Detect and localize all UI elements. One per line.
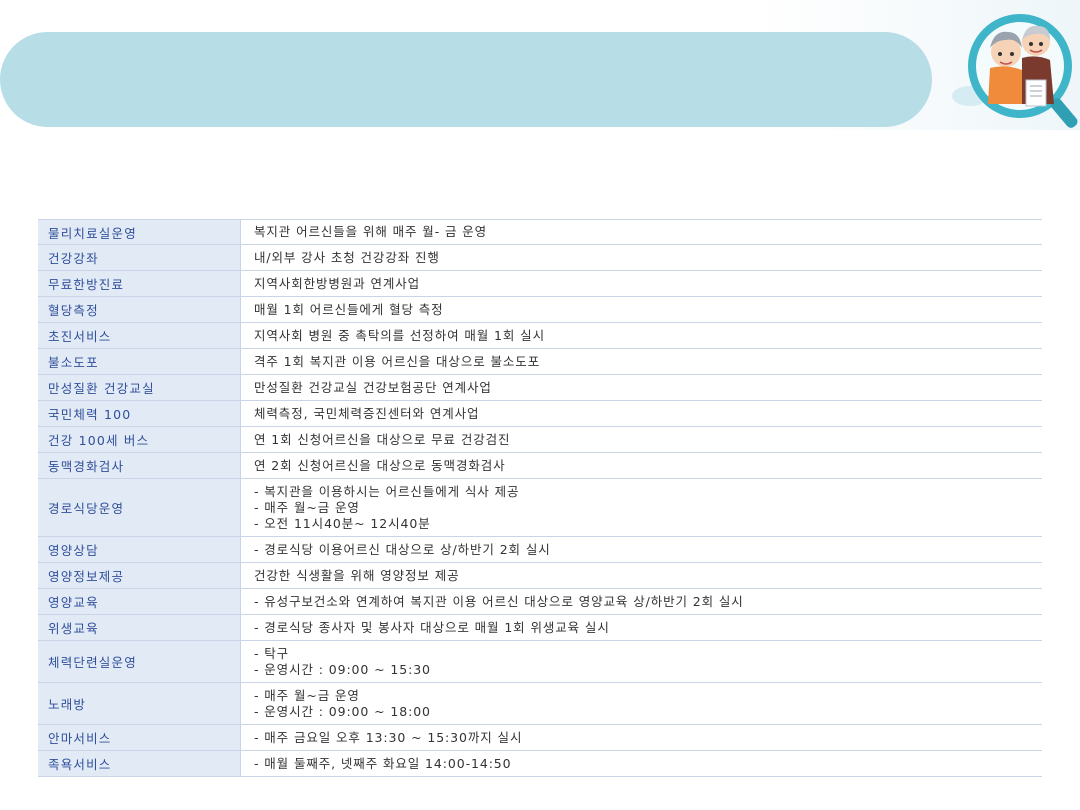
service-description: - 매주 금요일 오후 13:30 ~ 15:30까지 실시 <box>241 725 1042 750</box>
description-line: - 경로식당 이용어르신 대상으로 상/하반기 2회 실시 <box>254 541 551 557</box>
description-line: - 운영시간 : 09:00 ~ 18:00 <box>254 703 431 719</box>
service-name: 불소도포 <box>38 349 241 374</box>
service-description: - 유성구보건소와 연계하여 복지관 이용 어르신 대상으로 영양교육 상/하반… <box>241 589 1042 614</box>
description-line: 복지관 어르신들을 위해 매주 월- 금 운영 <box>254 224 488 239</box>
service-description: - 탁구 - 운영시간 : 09:00 ~ 15:30 <box>241 641 1042 682</box>
service-description: 연 2회 신청어르신을 대상으로 동맥경화검사 <box>241 453 1042 478</box>
service-name: 건강강좌 <box>38 245 241 270</box>
description-line: - 매주 금요일 오후 13:30 ~ 15:30까지 실시 <box>254 729 523 745</box>
service-name: 영양정보제공 <box>38 563 241 588</box>
description-line: - 오전 11시40분~ 12시40분 <box>254 515 431 531</box>
table-row: 건강 100세 버스 연 1회 신청어르신을 대상으로 무료 건강검진 <box>38 427 1042 453</box>
table-row: 물리치료실운영 복지관 어르신들을 위해 매주 월- 금 운영 <box>38 219 1042 245</box>
table-row: 체력단련실운영 - 탁구 - 운영시간 : 09:00 ~ 15:30 <box>38 641 1042 683</box>
service-name: 위생교육 <box>38 615 241 640</box>
table-row: 영양교육 - 유성구보건소와 연계하여 복지관 이용 어르신 대상으로 영양교육 … <box>38 589 1042 615</box>
table-row: 족욕서비스 - 매월 둘째주, 넷째주 화요일 14:00-14:50 <box>38 751 1042 777</box>
description-line: 지역사회한방병원과 연계사업 <box>254 275 421 291</box>
service-name: 혈당측정 <box>38 297 241 322</box>
table-row: 영양정보제공 건강한 식생활을 위해 영양정보 제공 <box>38 563 1042 589</box>
service-name: 건강 100세 버스 <box>38 427 241 452</box>
table-row: 불소도포 격주 1회 복지관 이용 어르신을 대상으로 불소도포 <box>38 349 1042 375</box>
service-name: 무료한방진료 <box>38 271 241 296</box>
service-name: 국민체력 100 <box>38 401 241 426</box>
service-description: - 복지관을 이용하시는 어르신들에게 식사 제공 - 매주 월~금 운영 - 오전… <box>241 479 1042 536</box>
description-line: 내/외부 강사 초청 건강강좌 진행 <box>254 249 440 265</box>
description-line: - 탁구 <box>254 645 290 661</box>
description-line: 연 1회 신청어르신을 대상으로 무료 건강검진 <box>254 431 511 447</box>
service-description: 매월 1회 어르신들에게 혈당 측정 <box>241 297 1042 322</box>
description-line: - 매주 월~금 운영 <box>254 687 360 703</box>
description-line: - 매월 둘째주, 넷째주 화요일 14:00-14:50 <box>254 755 512 771</box>
service-name: 영양교육 <box>38 589 241 614</box>
title-banner <box>0 32 932 127</box>
service-name: 체력단련실운영 <box>38 641 241 682</box>
service-description: 격주 1회 복지관 이용 어르신을 대상으로 불소도포 <box>241 349 1042 374</box>
service-name: 족욕서비스 <box>38 751 241 776</box>
table-row: 만성질환 건강교실 만성질환 건강교실 건강보험공단 연계사업 <box>38 375 1042 401</box>
description-line: 체력측정, 국민체력증진센터와 연계사업 <box>254 405 480 421</box>
service-description: 내/외부 강사 초청 건강강좌 진행 <box>241 245 1042 270</box>
service-description: 지역사회한방병원과 연계사업 <box>241 271 1042 296</box>
service-name: 노래방 <box>38 683 241 724</box>
service-description: 만성질환 건강교실 건강보험공단 연계사업 <box>241 375 1042 400</box>
table-row: 초진서비스 지역사회 병원 중 촉탁의를 선정하여 매월 1회 실시 <box>38 323 1042 349</box>
service-name: 동맥경화검사 <box>38 453 241 478</box>
service-name: 만성질환 건강교실 <box>38 375 241 400</box>
service-description: - 매월 둘째주, 넷째주 화요일 14:00-14:50 <box>241 751 1042 776</box>
service-name: 안마서비스 <box>38 725 241 750</box>
service-name: 영양상담 <box>38 537 241 562</box>
description-line: 매월 1회 어르신들에게 혈당 측정 <box>254 301 444 317</box>
description-line: - 경로식당 종사자 및 봉사자 대상으로 매월 1회 위생교육 실시 <box>254 619 610 635</box>
table-row: 위생교육 - 경로식당 종사자 및 봉사자 대상으로 매월 1회 위생교육 실시 <box>38 615 1042 641</box>
description-line: - 매주 월~금 운영 <box>254 499 360 515</box>
service-description: - 경로식당 이용어르신 대상으로 상/하반기 2회 실시 <box>241 537 1042 562</box>
table-row: 건강강좌 내/외부 강사 초청 건강강좌 진행 <box>38 245 1042 271</box>
description-line: 연 2회 신청어르신을 대상으로 동맥경화검사 <box>254 457 506 473</box>
description-line: 만성질환 건강교실 건강보험공단 연계사업 <box>254 379 492 395</box>
service-description: - 경로식당 종사자 및 봉사자 대상으로 매월 1회 위생교육 실시 <box>241 615 1042 640</box>
service-description: - 매주 월~금 운영 - 운영시간 : 09:00 ~ 18:00 <box>241 683 1042 724</box>
service-name: 경로식당운영 <box>38 479 241 536</box>
description-line: 지역사회 병원 중 촉탁의를 선정하여 매월 1회 실시 <box>254 327 545 343</box>
description-line: 건강한 식생활을 위해 영양정보 제공 <box>254 567 460 583</box>
table-row: 경로식당운영 - 복지관을 이용하시는 어르신들에게 식사 제공 - 매주 월~금 … <box>38 479 1042 537</box>
table-row: 동맥경화검사 연 2회 신청어르신을 대상으로 동맥경화검사 <box>38 453 1042 479</box>
table-row: 무료한방진료 지역사회한방병원과 연계사업 <box>38 271 1042 297</box>
table-row: 영양상담 - 경로식당 이용어르신 대상으로 상/하반기 2회 실시 <box>38 537 1042 563</box>
service-description: 복지관 어르신들을 위해 매주 월- 금 운영 <box>241 220 1042 244</box>
service-description: 지역사회 병원 중 촉탁의를 선정하여 매월 1회 실시 <box>241 323 1042 348</box>
service-description: 연 1회 신청어르신을 대상으로 무료 건강검진 <box>241 427 1042 452</box>
description-line: - 유성구보건소와 연계하여 복지관 이용 어르신 대상으로 영양교육 상/하반… <box>254 593 744 609</box>
table-row: 노래방 - 매주 월~금 운영 - 운영시간 : 09:00 ~ 18:00 <box>38 683 1042 725</box>
table-row: 혈당측정 매월 1회 어르신들에게 혈당 측정 <box>38 297 1042 323</box>
service-description: 건강한 식생활을 위해 영양정보 제공 <box>241 563 1042 588</box>
service-name: 초진서비스 <box>38 323 241 348</box>
table-row: 안마서비스 - 매주 금요일 오후 13:30 ~ 15:30까지 실시 <box>38 725 1042 751</box>
description-line: - 복지관을 이용하시는 어르신들에게 식사 제공 <box>254 483 520 499</box>
service-name: 물리치료실운영 <box>38 220 241 244</box>
table-row: 국민체력 100 체력측정, 국민체력증진센터와 연계사업 <box>38 401 1042 427</box>
service-description: 체력측정, 국민체력증진센터와 연계사업 <box>241 401 1042 426</box>
description-line: - 운영시간 : 09:00 ~ 15:30 <box>254 661 431 677</box>
service-table: 물리치료실운영 복지관 어르신들을 위해 매주 월- 금 운영건강강좌 내/외부 강… <box>38 219 1042 777</box>
elderly-couple-magnifier-icon <box>952 14 1078 128</box>
description-line: 격주 1회 복지관 이용 어르신을 대상으로 불소도포 <box>254 353 541 369</box>
